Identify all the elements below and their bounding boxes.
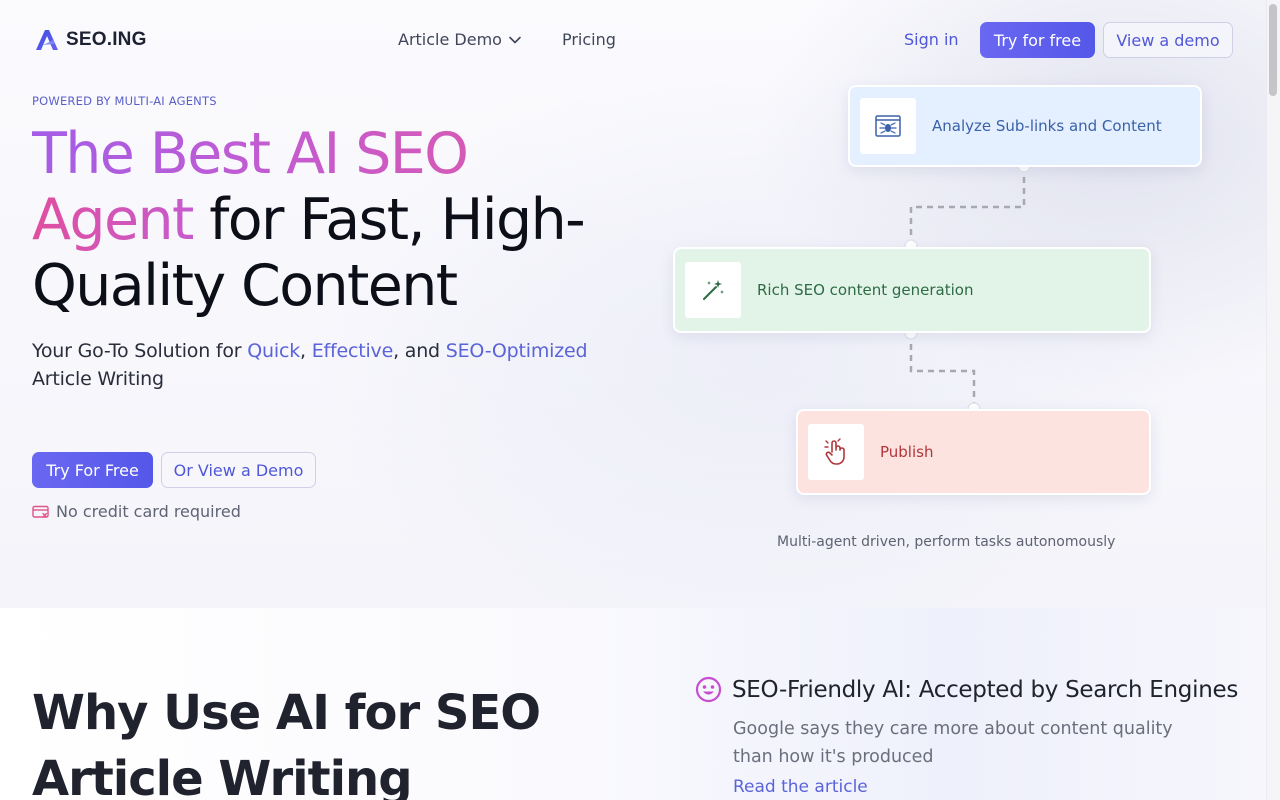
hero-headline: The Best AI SEO Agent for Fast, High- Qu… bbox=[32, 121, 652, 319]
subtitle-comma: , bbox=[300, 340, 312, 362]
hero-view-demo-button[interactable]: Or View a Demo bbox=[161, 452, 316, 488]
logo-mark-icon bbox=[36, 30, 58, 50]
scrollbar-thumb[interactable] bbox=[1269, 4, 1277, 96]
nav-try-free-button[interactable]: Try for free bbox=[980, 22, 1095, 58]
hero-eyebrow: POWERED BY MULTI-AI AGENTS bbox=[32, 94, 217, 108]
flow-step-generate-label: Rich SEO content generation bbox=[757, 281, 974, 299]
chevron-down-icon bbox=[509, 36, 521, 43]
flow-step-publish-icon-box bbox=[808, 424, 864, 480]
sign-in-link[interactable]: Sign in bbox=[904, 30, 959, 49]
flow-caption: Multi-agent driven, perform tasks autono… bbox=[777, 534, 1116, 550]
no-credit-card-text: No credit card required bbox=[56, 502, 241, 521]
nav-article-demo-label: Article Demo bbox=[398, 30, 502, 49]
logo-text: SEO.ING bbox=[66, 29, 147, 50]
feature-description: Google says they care more about content… bbox=[733, 719, 1173, 767]
nav-view-demo-button[interactable]: View a demo bbox=[1103, 22, 1233, 58]
headline-gradient-part-1: The Best AI SEO bbox=[32, 121, 469, 187]
main-nav: Article Demo Pricing bbox=[398, 30, 616, 49]
subtitle-suffix: Article Writing bbox=[32, 368, 164, 390]
nav-pricing-label: Pricing bbox=[561, 30, 616, 49]
nav-pricing[interactable]: Pricing bbox=[562, 30, 616, 49]
flow-step-publish: Publish bbox=[796, 409, 1151, 495]
flow-step-analyze: Analyze Sub-links and Content bbox=[848, 85, 1202, 167]
nav-article-demo[interactable]: Article Demo bbox=[398, 30, 522, 49]
magic-wand-icon bbox=[703, 280, 724, 300]
hero-try-free-button[interactable]: Try For Free bbox=[32, 452, 153, 488]
subtitle-seo-optimized: SEO-Optimized bbox=[445, 340, 588, 362]
logo[interactable]: SEO.ING bbox=[34, 28, 147, 52]
headline-part-4: Quality Content bbox=[32, 253, 458, 319]
feature-title: SEO-Friendly AI: Accepted by Search Engi… bbox=[732, 676, 1239, 703]
subtitle-quick: Quick bbox=[247, 340, 300, 362]
feature-seo-friendly: SEO-Friendly AI: Accepted by Search Engi… bbox=[695, 676, 1255, 797]
smile-icon bbox=[695, 676, 722, 703]
headline-gradient-part-2: Agent bbox=[32, 187, 194, 253]
subtitle-prefix: Your Go-To Solution for bbox=[32, 340, 248, 362]
page-scrollbar[interactable] bbox=[1266, 0, 1280, 800]
credit-card-off-icon bbox=[32, 505, 49, 518]
flow-step-analyze-label: Analyze Sub-links and Content bbox=[932, 117, 1162, 135]
feature-header: SEO-Friendly AI: Accepted by Search Engi… bbox=[695, 676, 1255, 703]
why-section-title: Why Use AI for SEO Article Writing bbox=[32, 685, 541, 800]
subtitle-and: , and bbox=[393, 340, 446, 362]
no-credit-card-note: No credit card required bbox=[32, 502, 241, 521]
flow-step-publish-label: Publish bbox=[880, 443, 934, 461]
headline-part-3: for Fast, High- bbox=[192, 187, 585, 253]
spider-web-icon bbox=[875, 115, 901, 137]
flow-step-generate-icon-box bbox=[685, 262, 741, 318]
read-article-link[interactable]: Read the article bbox=[733, 777, 1255, 797]
subtitle-effective: Effective bbox=[311, 340, 394, 362]
hand-pointer-icon bbox=[824, 438, 845, 465]
flow-step-generate: Rich SEO content generation bbox=[673, 247, 1151, 333]
hero-subtitle: Your Go-To Solution for Quick, Effective… bbox=[32, 337, 652, 393]
flow-step-analyze-icon-box bbox=[860, 98, 916, 154]
